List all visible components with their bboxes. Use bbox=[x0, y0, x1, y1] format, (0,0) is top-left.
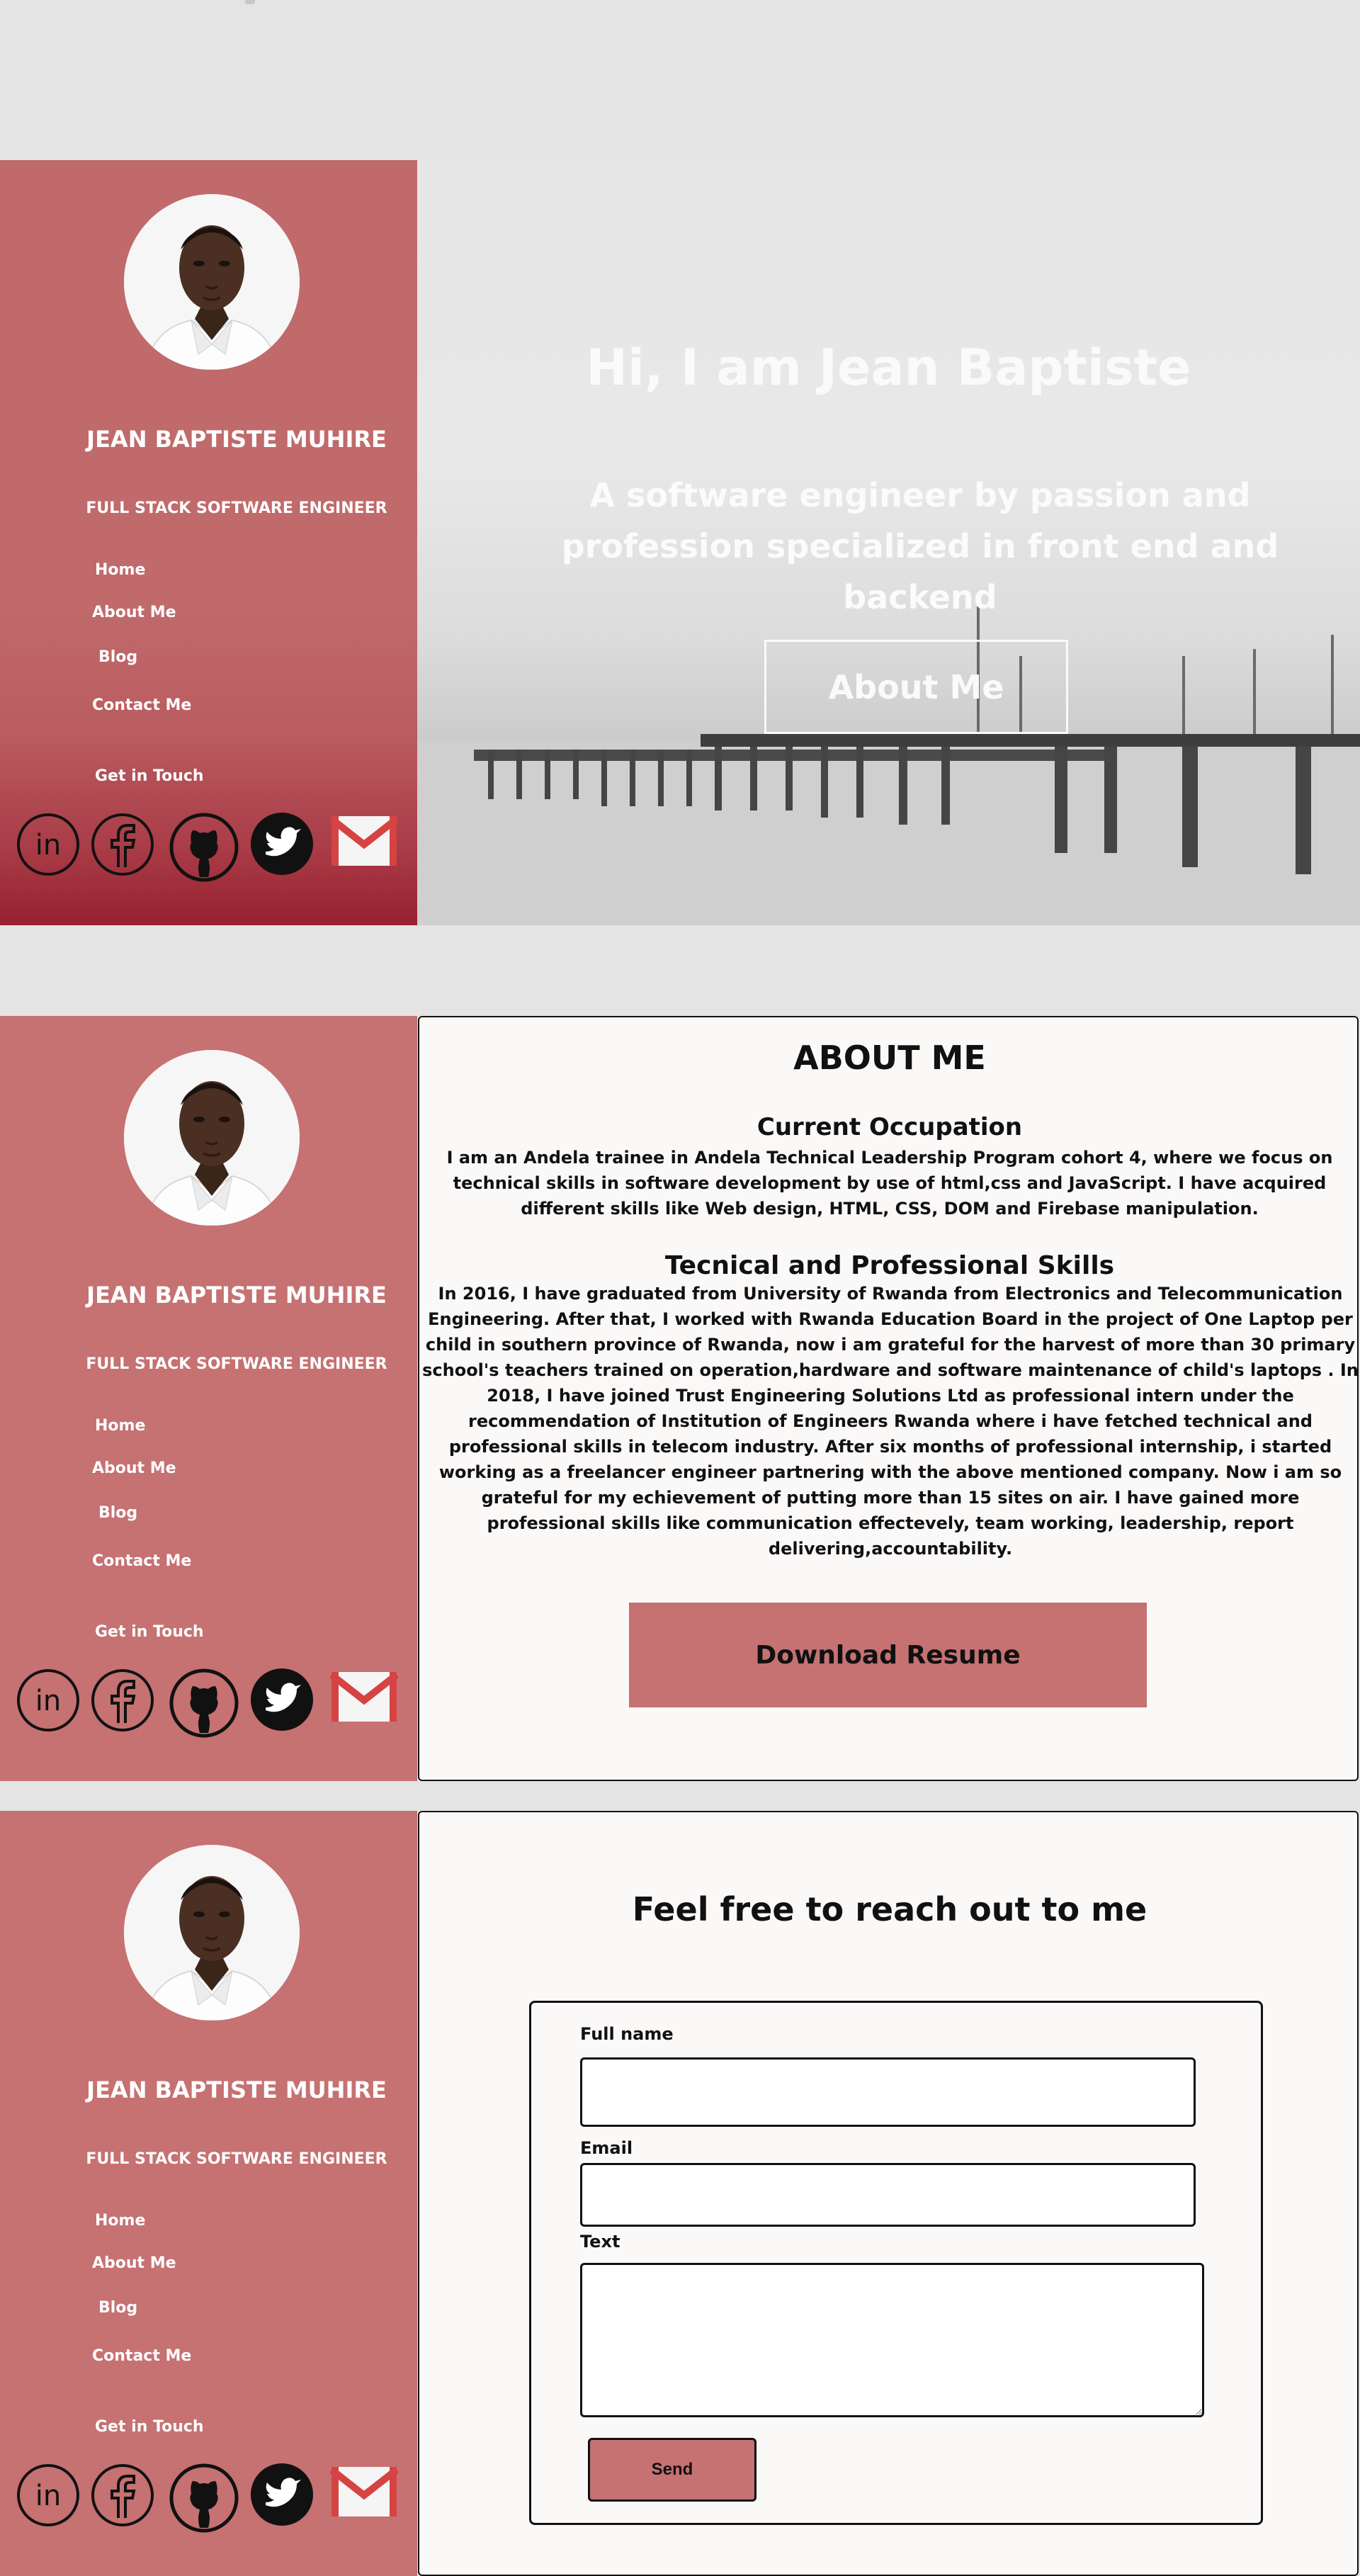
hero-subtitle: A software engineer by passion and profe… bbox=[561, 476, 1279, 616]
sidebar: JEAN BAPTISTE MUHIRE FULL STACK SOFTWARE… bbox=[0, 1016, 417, 1781]
profile-role: FULL STACK SOFTWARE ENGINEER bbox=[86, 499, 387, 517]
twitter-icon[interactable] bbox=[250, 1668, 314, 1732]
hero-banner: Hi, I am Jean Baptiste A software engine… bbox=[417, 160, 1360, 925]
profile-name: JEAN BAPTISTE MUHIRE bbox=[86, 2077, 387, 2103]
twitter-icon[interactable] bbox=[250, 812, 314, 876]
svg-text:in: in bbox=[35, 1685, 61, 1717]
linkedin-icon[interactable]: in bbox=[16, 1668, 81, 1733]
sidebar: JEAN BAPTISTE MUHIRE FULL STACK SOFTWARE… bbox=[0, 1811, 417, 2576]
gmail-icon[interactable] bbox=[330, 812, 398, 869]
facebook-icon[interactable] bbox=[90, 2463, 155, 2528]
get-in-touch-label: Get in Touch bbox=[95, 1623, 204, 1641]
message-textarea[interactable] bbox=[580, 2263, 1204, 2417]
top-decoration bbox=[245, 0, 255, 4]
text-label: Text bbox=[580, 2232, 620, 2252]
about-panel: ABOUT ME Current Occupation I am an Ande… bbox=[418, 1016, 1359, 1781]
linkedin-icon[interactable]: in bbox=[16, 812, 81, 877]
contact-section: JEAN BAPTISTE MUHIRE FULL STACK SOFTWARE… bbox=[0, 1811, 1360, 2576]
get-in-touch-label: Get in Touch bbox=[95, 2418, 204, 2436]
nav-home[interactable]: Home bbox=[95, 561, 145, 579]
sidebar: JEAN BAPTISTE MUHIRE FULL STACK SOFTWARE… bbox=[0, 160, 417, 925]
facebook-icon[interactable] bbox=[90, 1668, 155, 1733]
fullname-label: Full name bbox=[580, 2024, 674, 2044]
download-resume-button[interactable]: Download Resume bbox=[629, 1603, 1147, 1707]
get-in-touch-label: Get in Touch bbox=[95, 767, 204, 785]
facebook-icon[interactable] bbox=[90, 812, 155, 877]
contact-form: Full name Email Text Send bbox=[529, 2001, 1263, 2525]
profile-name: JEAN BAPTISTE MUHIRE bbox=[86, 1282, 387, 1309]
send-button[interactable]: Send bbox=[588, 2438, 756, 2502]
occupation-text: I am an Andela trainee in Andela Technic… bbox=[446, 1148, 1333, 1219]
github-icon[interactable] bbox=[169, 1668, 239, 1739]
twitter-icon[interactable] bbox=[250, 2463, 314, 2526]
nav-home[interactable]: Home bbox=[95, 2212, 145, 2230]
nav-blog[interactable]: Blog bbox=[98, 1504, 137, 1522]
about-heading: ABOUT ME bbox=[793, 1039, 986, 1077]
nav-about-me[interactable]: About Me bbox=[92, 2254, 176, 2272]
about-section: JEAN BAPTISTE MUHIRE FULL STACK SOFTWARE… bbox=[0, 1016, 1360, 1781]
fullname-input[interactable] bbox=[580, 2057, 1196, 2127]
hero-title: Hi, I am Jean Baptiste bbox=[586, 339, 1191, 397]
gmail-icon[interactable] bbox=[330, 1668, 398, 1724]
svg-text:in: in bbox=[35, 829, 61, 862]
linkedin-icon[interactable]: in bbox=[16, 2463, 81, 2528]
nav-home[interactable]: Home bbox=[95, 1417, 145, 1435]
nav-about-me[interactable]: About Me bbox=[92, 604, 176, 621]
nav-contact-me[interactable]: Contact Me bbox=[92, 1552, 191, 1570]
avatar bbox=[124, 1050, 300, 1226]
email-label: Email bbox=[580, 2138, 633, 2158]
github-icon[interactable] bbox=[169, 812, 239, 883]
svg-text:in: in bbox=[35, 2480, 61, 2512]
nav-blog[interactable]: Blog bbox=[98, 648, 137, 666]
email-input[interactable] bbox=[580, 2163, 1196, 2227]
nav-contact-me[interactable]: Contact Me bbox=[92, 696, 191, 714]
nav-contact-me[interactable]: Contact Me bbox=[92, 2347, 191, 2365]
occupation-heading: Current Occupation bbox=[756, 1113, 1023, 1141]
profile-name: JEAN BAPTISTE MUHIRE bbox=[86, 426, 387, 453]
profile-role: FULL STACK SOFTWARE ENGINEER bbox=[86, 2150, 387, 2168]
nav-blog[interactable]: Blog bbox=[98, 2299, 137, 2317]
github-icon[interactable] bbox=[169, 2463, 239, 2533]
skills-text: In 2016, I have graduated from Universit… bbox=[422, 1284, 1359, 1559]
about-me-button[interactable]: About Me bbox=[764, 640, 1068, 734]
skills-heading: Tecnical and Professional Skills bbox=[664, 1251, 1115, 1280]
gmail-icon[interactable] bbox=[330, 2463, 398, 2519]
avatar bbox=[124, 194, 300, 370]
avatar bbox=[124, 1845, 300, 2021]
contact-heading: Feel free to reach out to me bbox=[632, 1890, 1148, 1928]
hero-section: JEAN BAPTISTE MUHIRE FULL STACK SOFTWARE… bbox=[0, 160, 1360, 925]
nav-about-me[interactable]: About Me bbox=[92, 1459, 176, 1477]
profile-role: FULL STACK SOFTWARE ENGINEER bbox=[86, 1355, 387, 1373]
contact-panel: Feel free to reach out to me Full name E… bbox=[418, 1811, 1359, 2576]
